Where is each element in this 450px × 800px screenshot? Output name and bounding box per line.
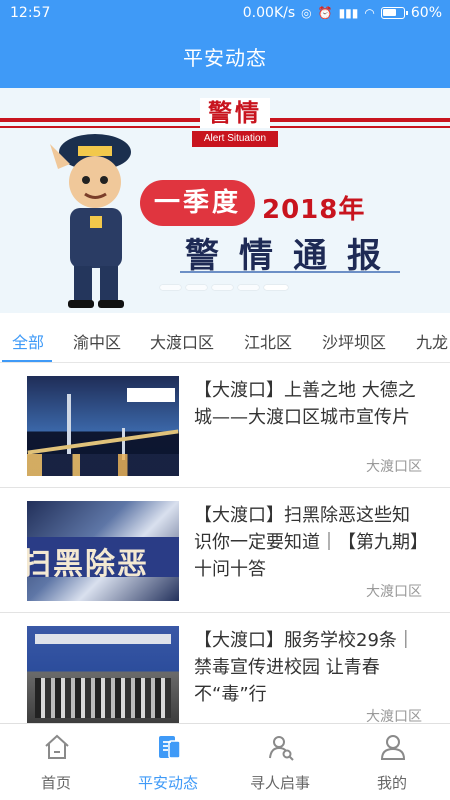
news-item[interactable]: 扫黑除恶 【大渡口】扫黑除恶这些知识你一定要知道｜【第九期】十问十答 大渡口区 bbox=[0, 488, 450, 613]
banner-year: 2018年 bbox=[262, 195, 366, 225]
battery-percent: 60% bbox=[410, 5, 442, 21]
user-icon bbox=[380, 735, 406, 760]
page-title: 平安动态 bbox=[183, 46, 267, 70]
news-source: 大渡口区 bbox=[366, 459, 422, 475]
status-icons: 0.00K/s ◎ ⏰ ▮▮▮ ◠ 60% bbox=[243, 5, 442, 21]
carousel-dot[interactable] bbox=[238, 285, 259, 290]
news-icon bbox=[159, 736, 181, 759]
news-source: 大渡口区 bbox=[366, 709, 422, 723]
tab-dadukou[interactable]: 大渡口区 bbox=[150, 329, 214, 353]
nav-profile[interactable]: 我的 bbox=[336, 724, 448, 800]
bridge-sign bbox=[127, 388, 175, 402]
carousel-dot[interactable] bbox=[212, 285, 233, 290]
nav-label: 我的 bbox=[376, 774, 407, 792]
stage-banner bbox=[35, 634, 171, 644]
tab-jiulong[interactable]: 九龙 bbox=[416, 329, 448, 353]
tab-all[interactable]: 全部 bbox=[12, 329, 44, 353]
tab-shapingba[interactable]: 沙坪坝区 bbox=[322, 329, 386, 353]
network-speed: 0.00K/s bbox=[242, 5, 296, 21]
carousel-indicator bbox=[160, 285, 288, 290]
bottom-nav: 首页 平安动态 寻人启事 我的 bbox=[0, 723, 450, 800]
banner-underline bbox=[180, 271, 400, 273]
news-list: 【大渡口】上善之地 大德之城——大渡口区城市宣传片 大渡口区 扫黑除恶 【大渡口… bbox=[0, 363, 450, 723]
nav-news[interactable]: 平安动态 bbox=[112, 724, 224, 800]
status-time: 12:57 bbox=[10, 5, 51, 21]
signal-icon: ▮▮▮ bbox=[338, 6, 359, 20]
news-title[interactable]: 【大渡口】扫黑除恶这些知识你一定要知道｜【第九期】十问十答 bbox=[194, 502, 426, 583]
top-bar: 12:57 0.00K/s ◎ ⏰ ▮▮▮ ◠ 60% 平安动态 bbox=[0, 0, 450, 88]
poster-text: 扫黑除恶 bbox=[27, 547, 149, 582]
nav-home[interactable]: 首页 bbox=[0, 724, 112, 800]
poster-band: 扫黑除恶 bbox=[27, 537, 179, 582]
carousel-dot[interactable] bbox=[186, 285, 207, 290]
nav-label: 首页 bbox=[40, 774, 71, 792]
status-bar: 12:57 0.00K/s ◎ ⏰ ▮▮▮ ◠ 60% bbox=[0, 0, 450, 28]
banner-carousel[interactable]: 警情 Alert Situation 一季度 2018年 警情通报 bbox=[0, 88, 450, 313]
app-root: 12:57 0.00K/s ◎ ⏰ ▮▮▮ ◠ 60% 平安动态 警情 Aler… bbox=[0, 0, 450, 800]
nav-label: 平安动态 bbox=[137, 774, 198, 792]
district-tabs: 全部 渝中区 大渡口区 江北区 沙坪坝区 九龙 bbox=[0, 313, 450, 363]
people-search-icon bbox=[269, 736, 294, 761]
home-icon bbox=[45, 734, 69, 759]
banner-heading: 警情 bbox=[200, 98, 270, 128]
nav-missing-persons[interactable]: 寻人启事 bbox=[224, 724, 336, 800]
city-lights bbox=[27, 454, 179, 476]
nav-label: 寻人启事 bbox=[249, 774, 310, 792]
tab-yuzhong[interactable]: 渝中区 bbox=[73, 329, 121, 353]
news-item[interactable]: 【大渡口】服务学校29条｜禁毒宣传进校园 让青春不“毒”行 大渡口区 bbox=[0, 613, 450, 723]
wifi-icon: ◠ bbox=[364, 6, 375, 20]
news-thumbnail bbox=[27, 376, 179, 476]
tab-jiangbei[interactable]: 江北区 bbox=[244, 329, 292, 353]
alarm-icon: ⏰ bbox=[317, 6, 333, 20]
news-thumbnail: 扫黑除恶 bbox=[27, 501, 179, 601]
news-source: 大渡口区 bbox=[366, 584, 422, 600]
banner-heading-en: Alert Situation bbox=[192, 131, 278, 147]
stage-people bbox=[35, 678, 171, 718]
banner-subtitle: 警情通报 bbox=[185, 236, 401, 276]
news-title[interactable]: 【大渡口】上善之地 大德之城——大渡口区城市宣传片 bbox=[194, 377, 426, 431]
bridge-deck bbox=[27, 429, 179, 455]
news-thumbnail bbox=[27, 626, 179, 723]
news-title[interactable]: 【大渡口】服务学校29条｜禁毒宣传进校园 让青春不“毒”行 bbox=[194, 627, 426, 708]
banner-quarter-badge: 一季度 bbox=[140, 180, 255, 226]
news-item[interactable]: 【大渡口】上善之地 大德之城——大渡口区城市宣传片 大渡口区 bbox=[0, 363, 450, 488]
carousel-dot[interactable] bbox=[160, 285, 181, 290]
carousel-dot-active[interactable] bbox=[264, 285, 288, 290]
battery-icon bbox=[380, 7, 408, 19]
nfc-icon: ◎ bbox=[301, 6, 312, 20]
police-mascot-icon bbox=[50, 134, 131, 308]
